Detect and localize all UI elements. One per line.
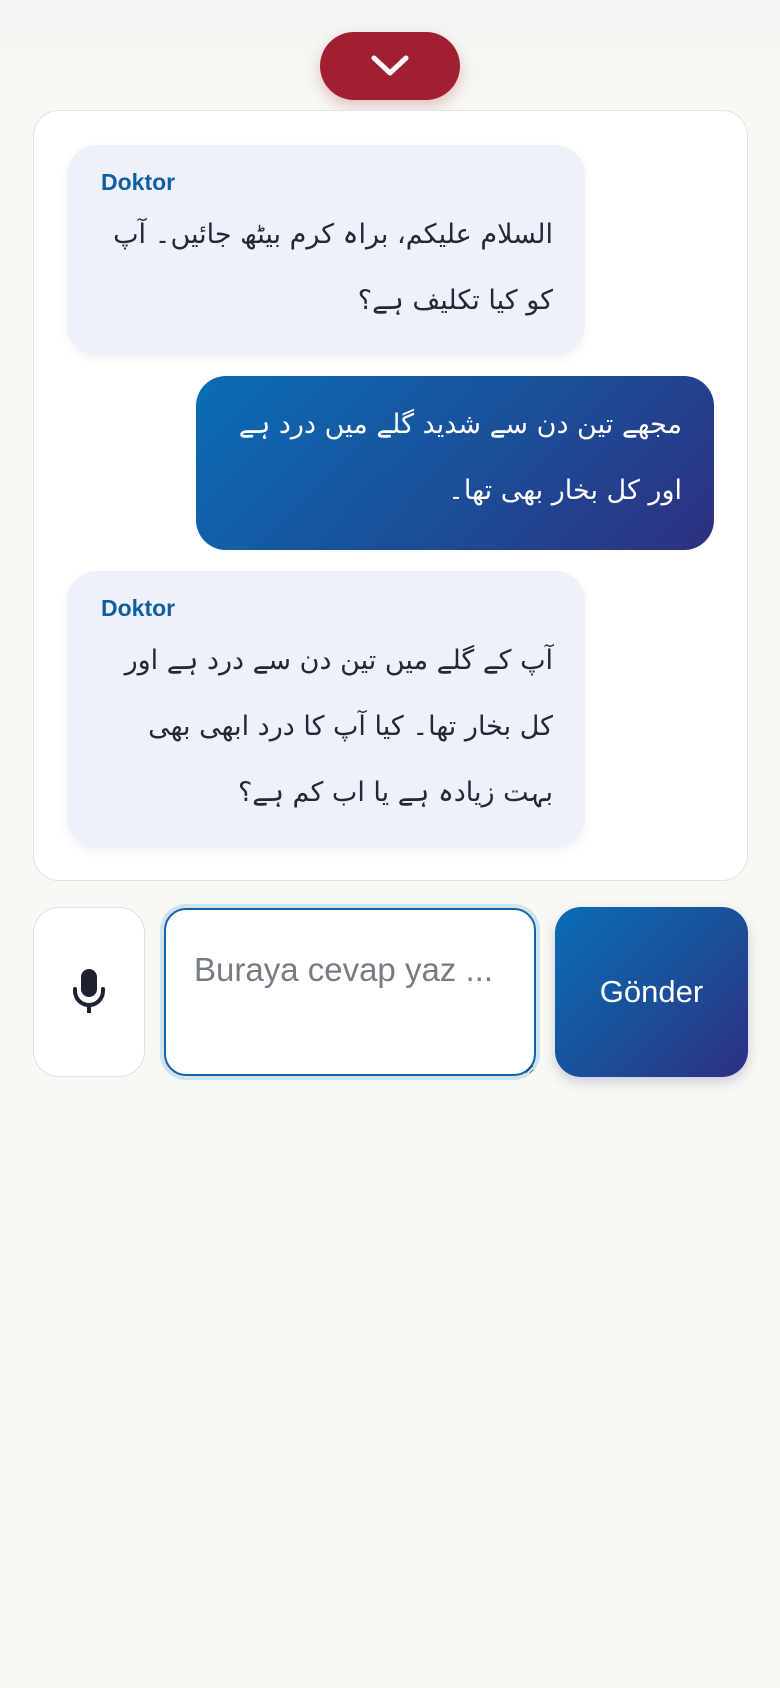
reply-input-focus-ring: [160, 904, 540, 1080]
reply-input[interactable]: [164, 908, 536, 1076]
chevron-down-icon: [371, 55, 409, 76]
doctor-message: Doktor آپ کے گلے میں تین دن سے درد ہے او…: [67, 571, 585, 848]
message-text: آپ کے گلے میں تین دن سے درد ہے اور کل بخ…: [124, 645, 553, 808]
message-sender: Doktor: [101, 169, 176, 195]
user-message: مجھے تین دن سے شدید گلے میں درد ہے اور ک…: [196, 376, 714, 550]
microphone-icon: [73, 969, 105, 1013]
message-sender: Doktor: [101, 595, 176, 621]
chat-screen: Doktor السلام علیکم، براہ کرم بیٹھ جائیں…: [0, 0, 780, 1688]
send-button[interactable]: Gönder: [555, 907, 748, 1077]
microphone-button[interactable]: [33, 907, 145, 1077]
chat-panel[interactable]: Doktor السلام علیکم، براہ کرم بیٹھ جائیں…: [33, 110, 748, 881]
collapse-button[interactable]: [320, 32, 460, 100]
doctor-message: Doktor السلام علیکم، براہ کرم بیٹھ جائیں…: [67, 145, 585, 355]
message-text: مجھے تین دن سے شدید گلے میں درد ہے اور ک…: [238, 409, 682, 506]
message-text: السلام علیکم، براہ کرم بیٹھ جائیں۔ آپ کو…: [113, 219, 553, 316]
